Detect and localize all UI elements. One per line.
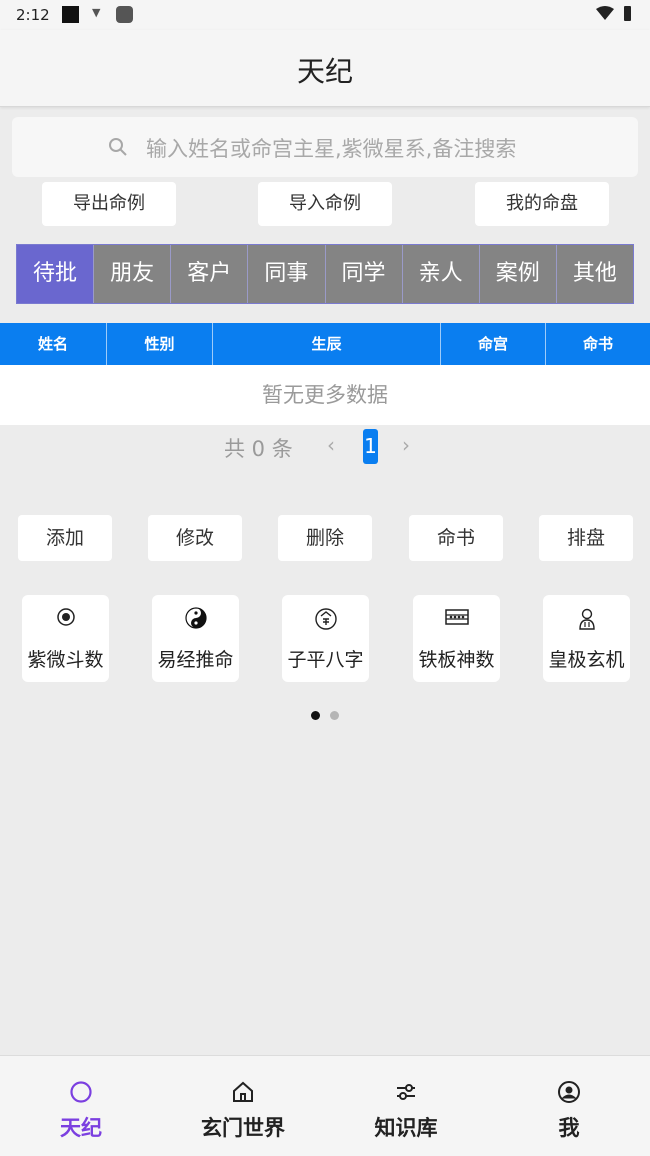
battery-icon	[624, 6, 631, 21]
module-label: 易经推命	[157, 649, 234, 671]
circle-icon	[70, 1081, 92, 1103]
wifi-icon	[596, 6, 614, 20]
column-header-fate-book[interactable]: 命书	[546, 323, 650, 365]
page-title: 天纪	[296, 55, 353, 88]
tab-others[interactable]: 其他	[556, 245, 633, 303]
column-header-gender[interactable]: 性别	[107, 323, 213, 365]
module-huangji[interactable]: 皇极玄机	[543, 595, 630, 682]
table-header: 姓名 性别 生辰 命宫 命书	[0, 323, 650, 365]
bottom-navigation: 天纪 玄门世界 知识库 我	[0, 1055, 650, 1156]
app-bar: 天纪	[0, 30, 650, 107]
tab-friends[interactable]: 朋友	[94, 245, 172, 303]
nav-label: 知识库	[374, 1116, 438, 1140]
category-tabs: 待批 朋友 客户 同事 同学 亲人 案例 其他	[16, 244, 634, 304]
search-placeholder: 输入姓名或命宫主星,紫微星系,备注搜索	[146, 137, 517, 161]
abacus-icon	[444, 609, 469, 625]
module-tieban[interactable]: 铁板神数	[413, 595, 500, 682]
yin-yang-icon	[184, 607, 207, 629]
fate-book-button[interactable]: 命书	[409, 515, 503, 561]
module-label: 子平八字	[287, 649, 364, 671]
tab-cases[interactable]: 案例	[479, 245, 557, 303]
my-chart-button[interactable]: 我的命盘	[475, 182, 609, 226]
module-ziwei[interactable]: 紫微斗数	[22, 595, 109, 682]
column-header-life-palace[interactable]: 命宫	[441, 323, 546, 365]
notification-icon	[62, 6, 79, 23]
status-time: 2:12	[16, 6, 50, 24]
delete-button[interactable]: 删除	[278, 515, 372, 561]
nav-label: 我	[558, 1116, 580, 1140]
module-label: 铁板神数	[418, 649, 495, 671]
column-header-name[interactable]: 姓名	[0, 323, 107, 365]
bazi-seal-icon	[314, 608, 337, 630]
module-ziping[interactable]: 子平八字	[282, 595, 369, 682]
arrange-chart-button[interactable]: 排盘	[539, 515, 633, 561]
carousel-dot[interactable]	[330, 711, 339, 720]
empty-table-message: 暂无更多数据	[0, 365, 650, 425]
tab-classmates[interactable]: 同学	[325, 245, 403, 303]
nav-item-knowledge[interactable]: 知识库	[325, 1056, 487, 1156]
tab-pending[interactable]: 待批	[17, 245, 95, 303]
current-page-button[interactable]: 1	[363, 429, 378, 464]
column-header-birth[interactable]: 生辰	[213, 323, 441, 365]
tab-clients[interactable]: 客户	[171, 245, 249, 303]
module-label: 皇极玄机	[548, 649, 625, 671]
tab-relatives[interactable]: 亲人	[402, 245, 480, 303]
nav-label: 天纪	[60, 1116, 102, 1140]
module-yijing[interactable]: 易经推命	[152, 595, 239, 682]
search-input[interactable]: 输入姓名或命宫主星,紫微星系,备注搜索	[12, 117, 638, 177]
star-disc-icon	[56, 608, 75, 626]
carousel-dot-active[interactable]	[311, 711, 320, 720]
nav-item-xuanmen[interactable]: 玄门世界	[162, 1056, 324, 1156]
add-button[interactable]: 添加	[18, 515, 112, 561]
import-cases-button[interactable]: 导入命例	[258, 182, 392, 226]
home-icon	[233, 1081, 253, 1102]
pagination-total: 共 0 条	[224, 437, 293, 461]
module-label: 紫微斗数	[27, 649, 104, 671]
download-icon: ▼	[92, 6, 101, 19]
user-circle-icon	[558, 1081, 580, 1103]
tab-colleagues[interactable]: 同事	[248, 245, 326, 303]
nav-item-me[interactable]: 我	[488, 1056, 650, 1156]
nav-item-tianji[interactable]: 天纪	[0, 1056, 162, 1156]
edit-button[interactable]: 修改	[148, 515, 242, 561]
sliders-icon	[397, 1084, 415, 1100]
next-page-button[interactable]: ›	[402, 433, 410, 457]
search-icon	[109, 138, 127, 156]
sage-figure-icon	[578, 608, 595, 630]
status-bar: 2:12 ▼	[0, 0, 650, 30]
nav-label: 玄门世界	[201, 1116, 285, 1140]
prev-page-button[interactable]: ‹	[327, 433, 335, 457]
export-cases-button[interactable]: 导出命例	[42, 182, 176, 226]
app-notification-icon	[116, 6, 133, 23]
